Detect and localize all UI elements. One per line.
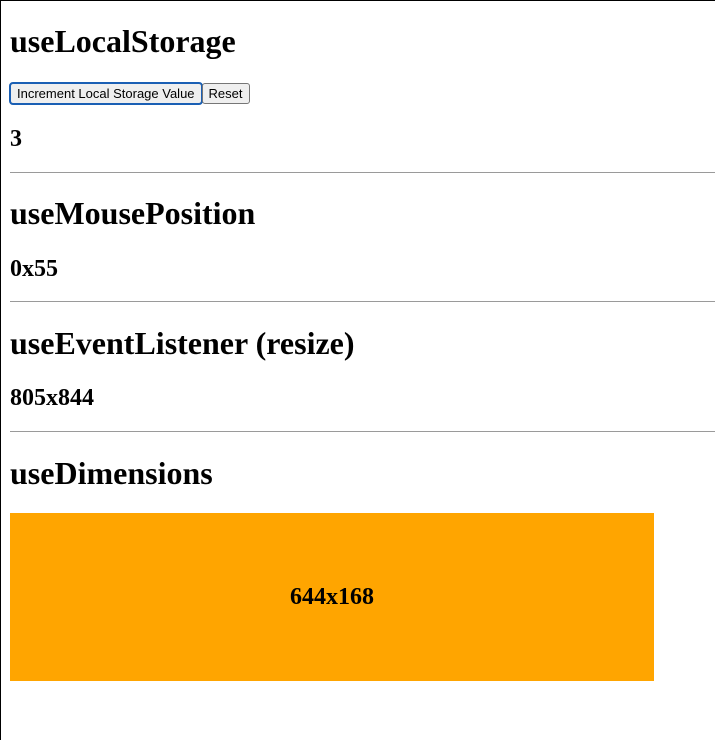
- divider: [10, 301, 715, 302]
- reset-button[interactable]: Reset: [201, 83, 250, 104]
- mouse-position-title: useMousePosition: [10, 195, 256, 231]
- divider: [10, 172, 715, 173]
- local-storage-controls: Increment Local Storage Value Reset: [9, 82, 715, 105]
- event-listener-title: useEventListener (resize): [10, 325, 355, 361]
- local-storage-title: useLocalStorage: [10, 23, 236, 59]
- dimensions-value: 644x168: [290, 584, 374, 610]
- local-storage-section: useLocalStorage: [10, 25, 715, 57]
- dimensions-section: useDimensions: [10, 457, 715, 489]
- divider: [10, 431, 715, 432]
- mouse-position-section: useMousePosition: [10, 197, 715, 229]
- event-listener-section: useEventListener (resize): [10, 327, 715, 359]
- mouse-position-value: 0x55: [10, 256, 58, 282]
- local-storage-value: 3: [10, 126, 22, 152]
- dimensions-box: 644x168: [10, 513, 654, 681]
- increment-local-storage-button[interactable]: Increment Local Storage Value: [9, 82, 203, 105]
- window-size-value: 805x844: [10, 385, 94, 411]
- dimensions-title: useDimensions: [10, 455, 213, 491]
